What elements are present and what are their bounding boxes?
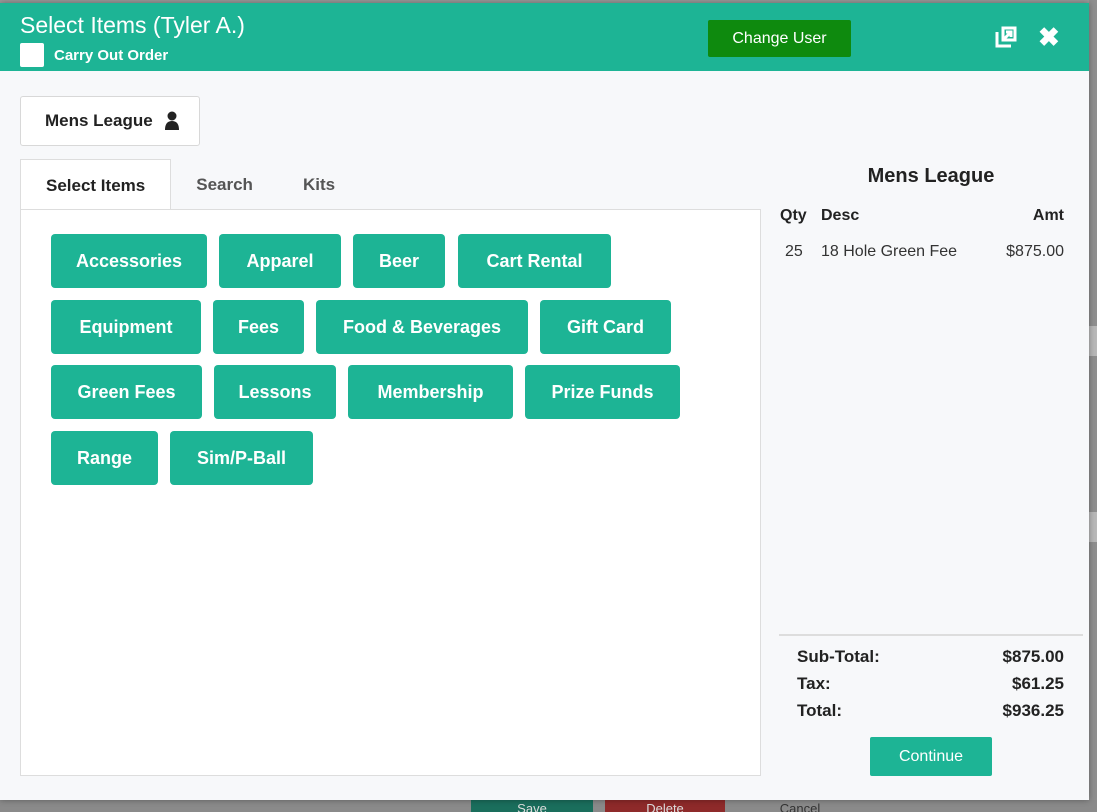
category-sim-p-ball[interactable]: Sim/P-Ball (170, 431, 313, 485)
tax-label: Tax: (797, 674, 831, 693)
change-user-button[interactable]: Change User (708, 20, 851, 57)
background-delete-button: Delete (605, 800, 725, 812)
user-icon (164, 111, 179, 130)
background-app-edge (1089, 0, 1097, 812)
tab-select-items[interactable]: Select Items (20, 159, 172, 211)
background-chip (1089, 512, 1097, 542)
category-apparel[interactable]: Apparel (219, 234, 341, 288)
category-prize-funds[interactable]: Prize Funds (525, 365, 680, 419)
tax-value: $61.25 (1012, 674, 1064, 693)
modal-title: Select Items (Tyler A.) (20, 12, 245, 38)
customer-name: Mens League (45, 111, 153, 130)
category-gift-card[interactable]: Gift Card (540, 300, 671, 354)
line-desc[interactable]: 18 Hole Green Fee (821, 243, 957, 261)
carry-out-label: Carry Out Order (54, 46, 169, 64)
tab-search[interactable]: Search (171, 159, 278, 211)
carry-out-toggle[interactable]: Carry Out Order (20, 43, 168, 67)
continue-button[interactable]: Continue (870, 737, 992, 776)
subtotal-label: Sub-Total: (797, 647, 880, 666)
category-accessories[interactable]: Accessories (51, 234, 207, 288)
total-value: $936.25 (1002, 701, 1064, 720)
expand-icon[interactable] (994, 25, 1018, 49)
modal-header: Select Items (Tyler A.) Carry Out Order … (0, 3, 1089, 71)
category-cart-rental[interactable]: Cart Rental (458, 234, 611, 288)
background-save-button: Save (471, 800, 593, 812)
category-green-fees[interactable]: Green Fees (51, 365, 202, 419)
select-items-modal: Select Items (Tyler A.) Carry Out Order … (0, 3, 1089, 800)
total-label: Total: (797, 701, 843, 720)
background-cancel-button: Cancel (779, 801, 821, 812)
carry-out-checkbox[interactable] (20, 43, 44, 67)
subtotal-value: $875.00 (1002, 647, 1064, 666)
customer-chip[interactable]: Mens League (20, 96, 200, 146)
category-fees[interactable]: Fees (213, 300, 304, 354)
amt-header: Amt (1032, 207, 1064, 224)
close-icon[interactable]: ✖ (1038, 23, 1060, 51)
line-qty: 25 (785, 243, 803, 260)
background-chip (1089, 326, 1097, 356)
qty-header: Qty (780, 207, 807, 224)
desc-header: Desc (821, 207, 860, 224)
category-range[interactable]: Range (51, 431, 158, 485)
line-amt: $875.00 (1006, 243, 1064, 260)
category-membership[interactable]: Membership (348, 365, 513, 419)
order-title: Mens League (867, 165, 995, 187)
totals-divider (779, 634, 1083, 636)
category-food-beverages[interactable]: Food & Beverages (316, 300, 528, 354)
category-equipment[interactable]: Equipment (51, 300, 201, 354)
item-tabs: Select Items Search Kits (20, 159, 360, 211)
category-lessons[interactable]: Lessons (214, 365, 336, 419)
category-beer[interactable]: Beer (353, 234, 445, 288)
tab-kits[interactable]: Kits (278, 159, 360, 211)
category-panel (20, 209, 761, 776)
